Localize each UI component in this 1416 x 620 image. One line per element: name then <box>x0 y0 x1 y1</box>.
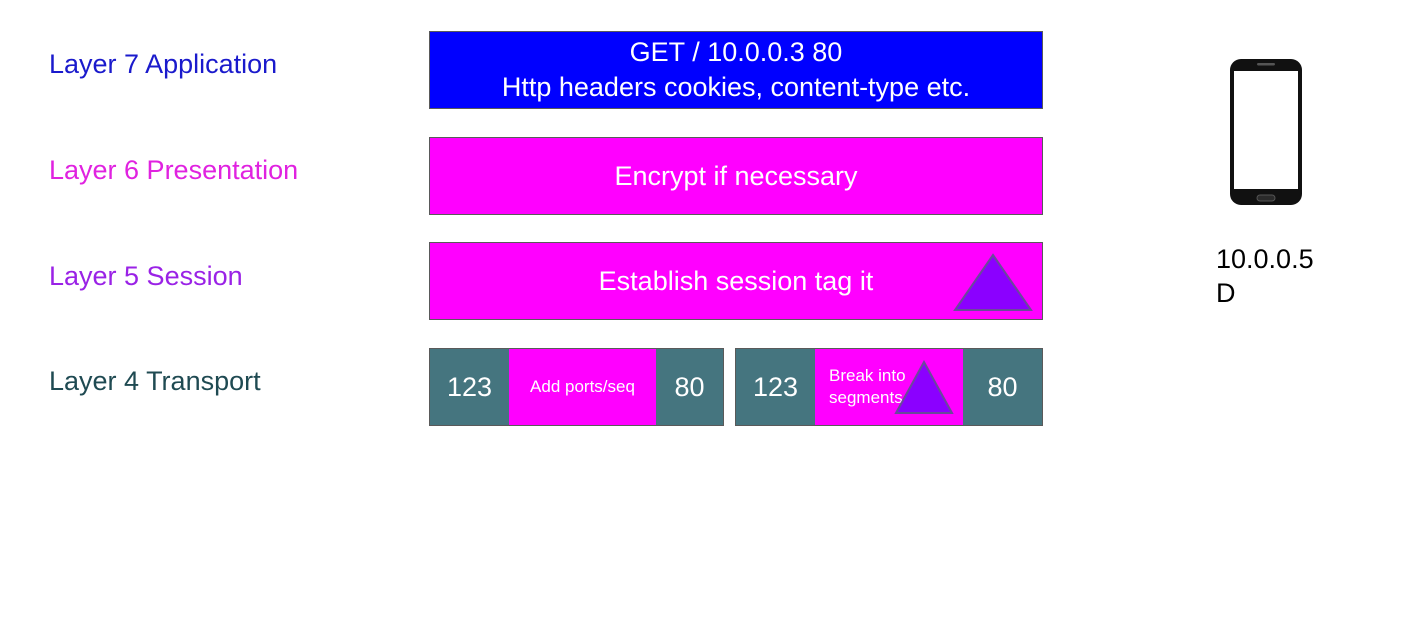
segment-1-source-port: 123 <box>430 349 509 425</box>
segment-2-source-port: 123 <box>736 349 815 425</box>
presentation-layer-bar: Encrypt if necessary <box>429 137 1043 215</box>
segment-1-destination-port: 80 <box>656 349 723 425</box>
layer-5-label: Layer 5 Session <box>49 261 243 291</box>
device-name: D <box>1216 278 1236 308</box>
presentation-text: Encrypt if necessary <box>614 160 858 191</box>
layer-7-label: Layer 7 Application <box>49 49 278 79</box>
segment-2-destination-port: 80 <box>963 349 1042 425</box>
device-ip: 10.0.0.5 <box>1216 244 1314 274</box>
layer-4-label: Layer 4 Transport <box>49 366 261 396</box>
segment-1-payload: Add ports/seq <box>509 349 656 425</box>
transport-segment-2: 123 Break into segments 80 <box>735 348 1043 426</box>
application-headers-line: Http headers cookies, content-type etc. <box>501 72 971 102</box>
triangle-tag-icon <box>894 360 954 414</box>
session-text: Establish session tag it <box>598 265 874 296</box>
session-layer-bar: Establish session tag it <box>429 242 1043 320</box>
layer-6-label: Layer 6 Presentation <box>49 155 299 185</box>
triangle-tag-icon <box>953 253 1033 311</box>
segment-1-payload-text: Add ports/seq <box>530 377 635 396</box>
application-request-line: GET / 10.0.0.3 80 <box>629 37 843 67</box>
application-layer-bar: GET / 10.0.0.3 80 Http headers cookies, … <box>429 31 1043 109</box>
device-address: 10.0.0.5 D <box>1216 242 1314 310</box>
segment-2-payload: Break into segments <box>815 349 963 425</box>
smartphone-icon <box>1230 59 1302 205</box>
transport-segment-1: 123 Add ports/seq 80 <box>429 348 724 426</box>
